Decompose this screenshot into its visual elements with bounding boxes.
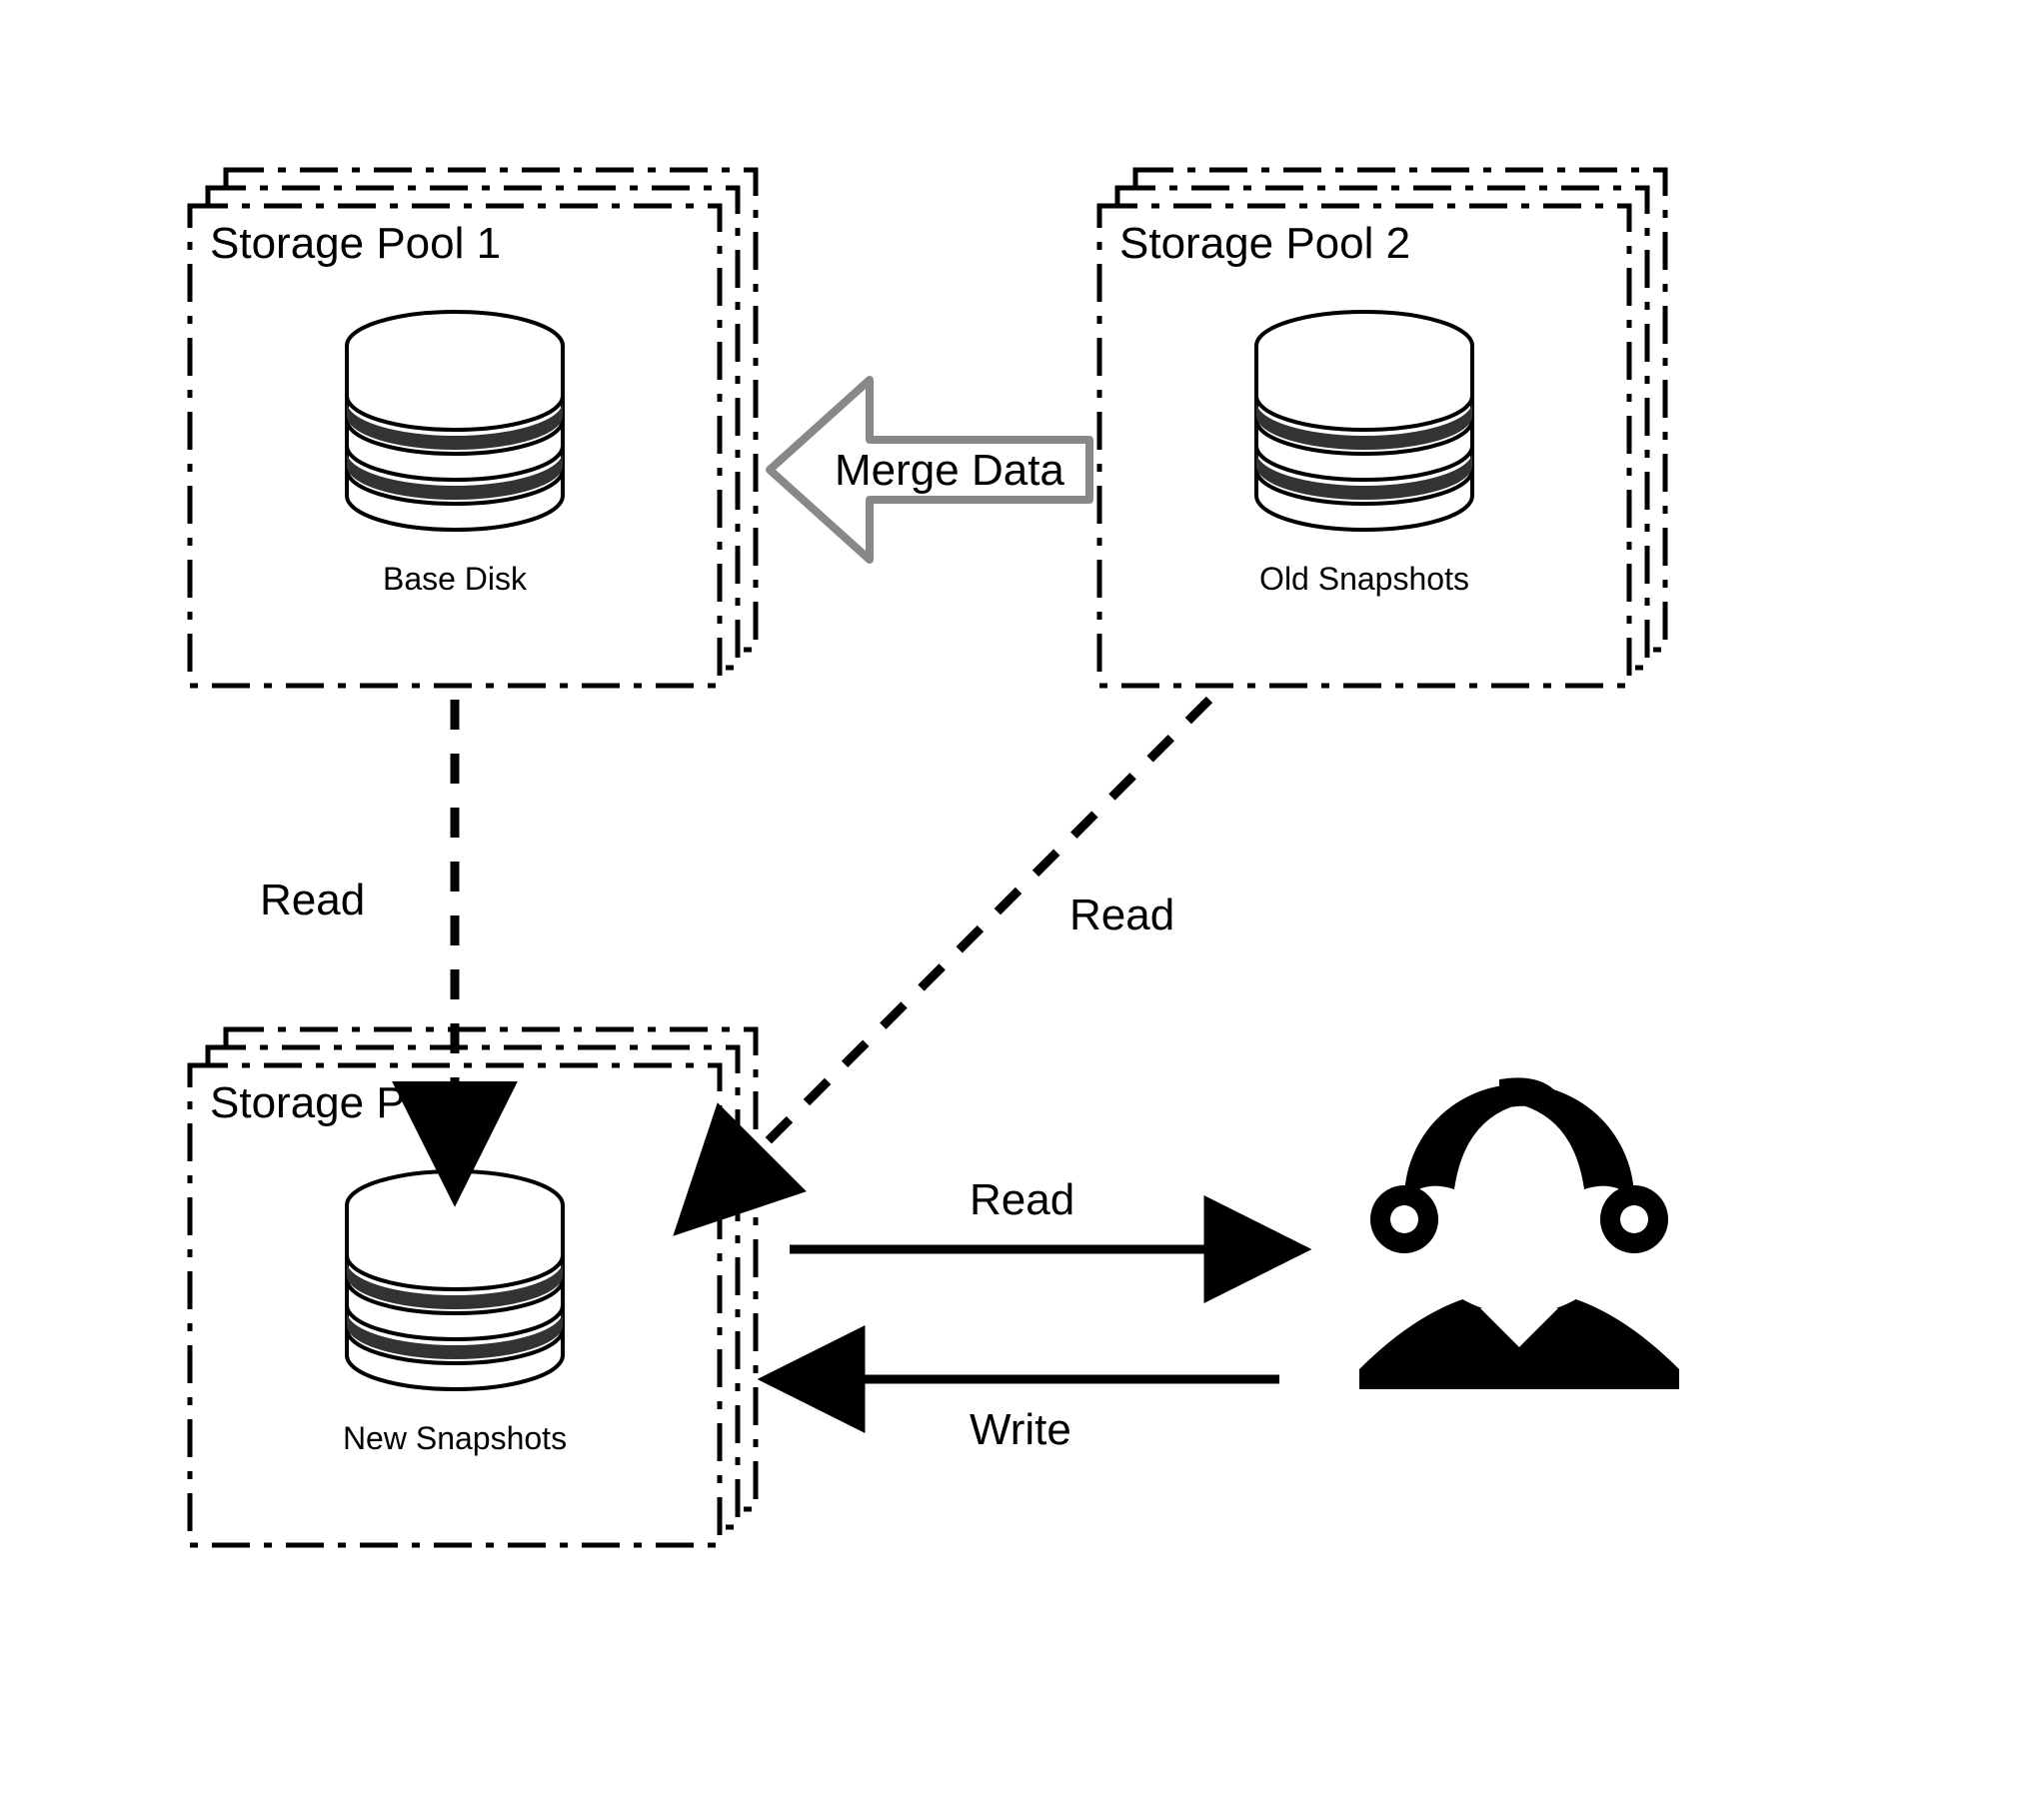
read-arrow-pool2-to-pool3: Read bbox=[700, 700, 1209, 1209]
read-label-2: Read bbox=[1069, 891, 1174, 939]
database-icon bbox=[1256, 312, 1472, 530]
read-label-3: Read bbox=[970, 1175, 1074, 1224]
storage-pool-2-title: Storage Pool 2 bbox=[1119, 219, 1410, 268]
storage-pool-3-caption: New Snapshots bbox=[343, 1420, 567, 1456]
merge-data-arrow: Merge Data bbox=[770, 380, 1089, 560]
database-icon bbox=[347, 1171, 563, 1389]
merge-data-label: Merge Data bbox=[835, 446, 1064, 495]
diagram-canvas: Storage Pool 1 Base Disk Storage Pool 2 … bbox=[0, 0, 2044, 1796]
storage-pool-1: Storage Pool 1 Base Disk bbox=[190, 170, 756, 686]
storage-pool-1-caption: Base Disk bbox=[383, 561, 528, 597]
storage-pool-2: Storage Pool 2 Old Snapshots bbox=[1099, 170, 1665, 686]
write-arrow-user-to-pool3: Write bbox=[790, 1379, 1279, 1454]
write-label: Write bbox=[970, 1405, 1071, 1454]
read-label-1: Read bbox=[260, 876, 365, 924]
database-icon bbox=[347, 312, 563, 530]
user-icon bbox=[1359, 1077, 1679, 1389]
storage-pool-3: Storage Pool 3 New Snapshots bbox=[190, 1029, 756, 1545]
storage-pool-1-title: Storage Pool 1 bbox=[210, 219, 501, 268]
read-arrow-pool3-to-user: Read bbox=[790, 1175, 1279, 1249]
storage-pool-2-caption: Old Snapshots bbox=[1259, 561, 1469, 597]
